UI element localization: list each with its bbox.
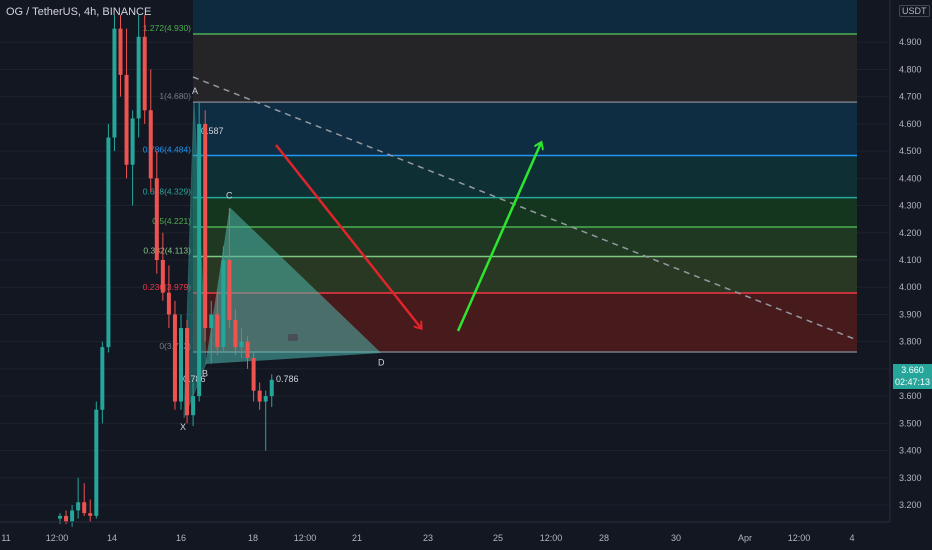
pattern-point-label: D: [378, 358, 385, 368]
fib-zone: [193, 197, 857, 228]
pattern-ratio-label: 0.786: [276, 374, 299, 384]
candle-body: [94, 409, 99, 516]
price-tick-label: 3.800: [899, 337, 922, 347]
price-tick-label: 4.500: [899, 146, 922, 156]
time-tick-label: 11: [1, 533, 10, 543]
price-tick-label: 3.200: [899, 500, 922, 510]
fib-level-label: 0.618(4.329): [143, 187, 191, 197]
candle-body: [203, 123, 208, 329]
time-tick-label: 18: [248, 533, 258, 543]
price-tick-label: 4.800: [899, 64, 922, 74]
time-tick-label: 12:00: [294, 533, 317, 543]
time-tick-label: 28: [599, 533, 609, 543]
candle-body: [197, 123, 202, 397]
candle-body: [106, 137, 111, 348]
candle-body: [166, 292, 171, 315]
candle-body: [100, 347, 105, 410]
time-tick-label: 14: [107, 533, 117, 543]
candle-body: [118, 28, 123, 75]
price-tick-label: 4.600: [899, 119, 922, 129]
pattern-point-label: X: [180, 422, 186, 432]
pattern-point-label: C: [226, 190, 233, 200]
candle-body: [239, 341, 244, 348]
price-tick-label: 4.400: [899, 173, 922, 183]
fib-level-label: 1(4.680): [159, 91, 191, 101]
candle-body: [154, 178, 159, 260]
candle-body: [82, 502, 87, 514]
time-axis: 11 12:00 14 16 18 12:00 21 23 25 12:00 28 30 Apr 12:0…: [0, 521, 890, 543]
candle-body: [179, 328, 183, 402]
candle-body: [233, 319, 238, 348]
candle-body: [142, 36, 147, 111]
time-tick-label: 30: [671, 533, 681, 543]
time-tick-label: 12:00: [788, 533, 811, 543]
fib-zone: [193, 102, 857, 156]
price-tick-label: 4.200: [899, 228, 922, 238]
candle-body: [124, 74, 129, 165]
time-tick-label: 12:00: [46, 533, 69, 543]
price-axis: 3.2003.3003.4003.5003.6003.7003.8003.900…: [889, 0, 922, 522]
price-tick-label: 3.900: [899, 309, 922, 319]
candle-body: [185, 328, 190, 416]
candle-body: [58, 515, 62, 519]
candle-body: [191, 396, 196, 416]
candle-body: [245, 341, 250, 358]
candle-body: [263, 396, 268, 402]
time-tick-label: 25: [493, 533, 503, 543]
price-tick-label: 3.300: [899, 473, 922, 483]
candle-body: [136, 36, 141, 119]
price-tick-label: 4.100: [899, 255, 922, 265]
pattern-point-label: A: [192, 86, 198, 96]
pattern-handle: [288, 334, 298, 341]
candle-body: [251, 358, 256, 391]
price-tick-label: 4.300: [899, 201, 922, 211]
fib-zone: [193, 227, 857, 257]
candle-body: [76, 502, 81, 511]
candle-body: [269, 379, 274, 397]
candle-body: [221, 260, 226, 348]
price-tick-label: 4.000: [899, 282, 922, 292]
fib-level-label: 0.382(4.113): [143, 245, 191, 255]
time-tick-label: 23: [423, 533, 433, 543]
candle-body: [112, 28, 117, 138]
candle-body: [227, 260, 232, 320]
time-tick-label: 4: [849, 533, 854, 543]
price-tick-label: 4.700: [899, 92, 922, 102]
last-price-tag: 3.660 02:47:13: [893, 364, 932, 389]
time-tick-label: Apr: [738, 533, 752, 543]
price-tick-label: 3.500: [899, 418, 922, 428]
time-tick-label: 21: [352, 533, 362, 543]
time-tick-label: 16: [176, 533, 186, 543]
last-price: 3.660: [901, 365, 924, 375]
candle-body: [64, 515, 69, 522]
candle-body: [172, 314, 177, 402]
candle-body: [209, 314, 214, 329]
candle-body: [70, 510, 75, 522]
fib-level-label: 1.272(4.930): [143, 23, 191, 33]
currency-badge[interactable]: USDT: [899, 5, 930, 17]
candle-body: [257, 390, 262, 402]
price-chart[interactable]: 1.272(4.930)1(4.680)0.786(4.484)0.618(4.…: [0, 0, 932, 550]
candle-body: [160, 260, 165, 293]
price-tick-label: 3.400: [899, 446, 922, 456]
candle-body: [88, 513, 93, 516]
candle-body: [130, 118, 135, 165]
fib-level-label: 0.236(3.979): [143, 282, 191, 292]
time-tick-label: 12:00: [540, 533, 563, 543]
symbol-title: OG / TetherUS, 4h, BINANCE: [6, 6, 152, 18]
fib-zone: [193, 0, 857, 35]
price-tick-label: 3.600: [899, 391, 922, 401]
price-tick-label: 4.900: [899, 37, 922, 47]
bar-countdown: 02:47:13: [894, 377, 931, 387]
candle-body: [215, 314, 220, 348]
fib-zone: [193, 34, 857, 103]
candle-body: [148, 110, 153, 179]
